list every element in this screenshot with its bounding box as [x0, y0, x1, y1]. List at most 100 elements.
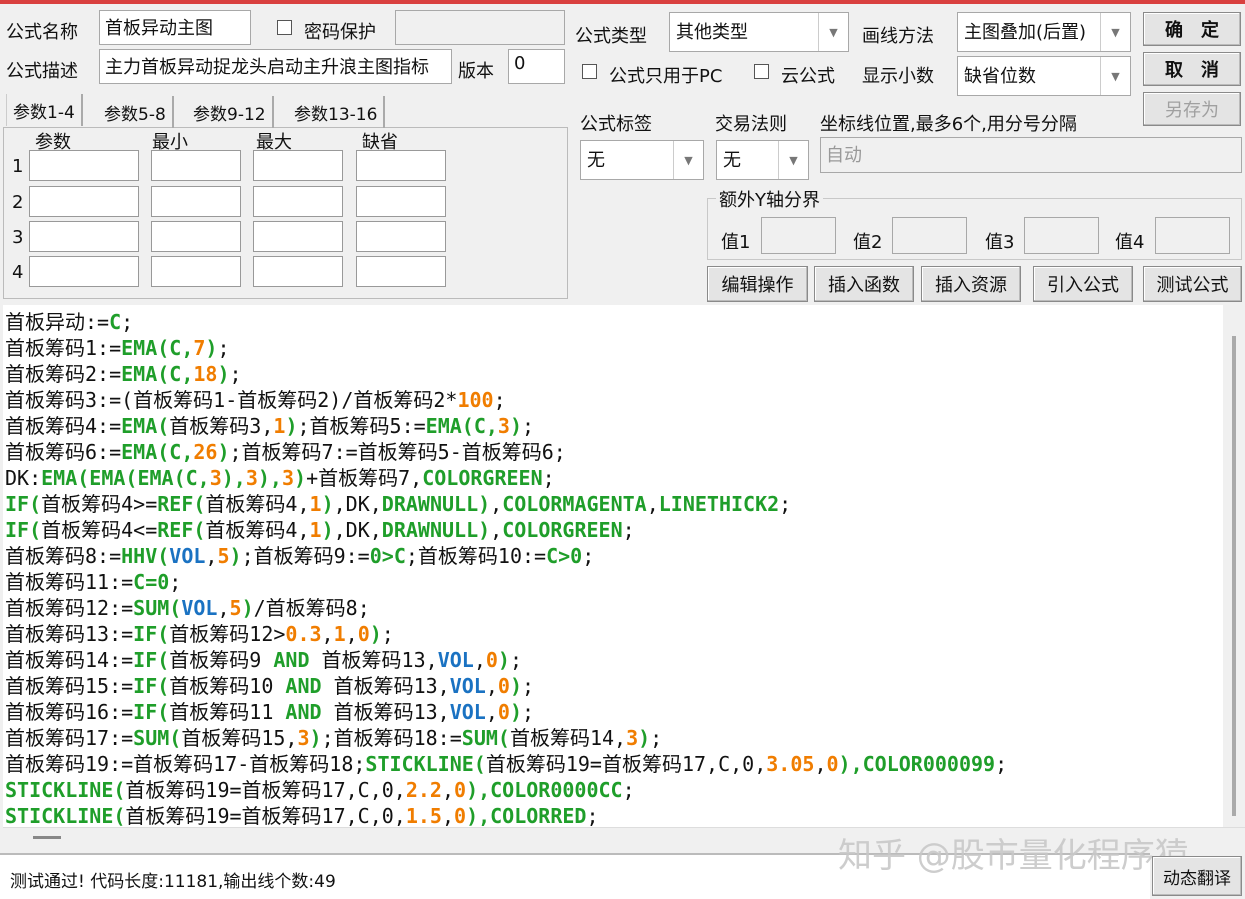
code-token: 0 [826, 752, 839, 776]
code-token: C=0 [133, 570, 170, 594]
code-line: 首板筹码15:=IF(首板筹码10 AND 首板筹码13,VOL,0); [5, 673, 1221, 699]
formula-type-select[interactable]: 其他类型 ▼ [669, 12, 849, 52]
param-default-input[interactable] [356, 256, 446, 287]
pc-only-label: 公式只用于PC [609, 66, 723, 87]
password-checkbox[interactable] [277, 20, 292, 35]
code-token: 首板筹码19:=首板筹码17-首板筹码18; [5, 752, 366, 776]
code-token: ) [229, 544, 242, 568]
y-value-4-input[interactable] [1155, 217, 1230, 254]
password-input[interactable] [395, 10, 565, 45]
draw-method-select[interactable]: 主图叠加(后置) ▼ [957, 12, 1131, 52]
param-min-input[interactable] [151, 150, 241, 181]
code-line: 首板筹码12:=SUM(VOL,5)/首板筹码8; [5, 595, 1221, 621]
y-value-4-label: 值4 [1115, 232, 1145, 253]
code-token: ) [294, 466, 307, 490]
code-token: ;首板筹码5:= [297, 414, 426, 438]
param-name-input[interactable] [29, 221, 139, 252]
code-token: EMA(C, [121, 362, 194, 386]
code-token: DK: [5, 466, 42, 490]
code-token: /首板筹码8; [253, 596, 370, 620]
code-token: ;首板筹码18:= [321, 726, 462, 750]
code-token: , [345, 622, 358, 646]
code-token: 首板筹码17:= [5, 726, 134, 750]
code-token: 首板筹码4:= [5, 414, 122, 438]
code-token: SUM( [461, 726, 510, 750]
param-min-input[interactable] [151, 256, 241, 287]
y-value-2-input[interactable] [892, 217, 967, 254]
code-token: 5 [217, 544, 230, 568]
code-token: , [321, 622, 334, 646]
y-value-1-input[interactable] [761, 217, 836, 254]
insert-function-button[interactable]: 插入函数 [814, 266, 914, 302]
code-token: 1 [309, 518, 322, 542]
param-max-input[interactable] [253, 221, 343, 252]
ok-button[interactable]: 确 定 [1143, 12, 1241, 46]
code-token: ;首板筹码7:=首板筹码5-首板筹码6; [229, 440, 566, 464]
code-token: ; [650, 726, 663, 750]
edit-operations-button[interactable]: 编辑操作 [707, 266, 808, 302]
code-token: , [485, 700, 498, 724]
param-max-input[interactable] [253, 186, 343, 217]
code-token: 3.05 [766, 752, 815, 776]
insert-resource-button[interactable]: 插入资源 [921, 266, 1021, 302]
code-token: 1 [333, 622, 346, 646]
code-token: , [473, 648, 486, 672]
formula-name-input[interactable]: 首板异动主图 [99, 10, 251, 45]
y-value-3-input[interactable] [1024, 217, 1099, 254]
code-token: AND [285, 674, 322, 698]
horizontal-scrollbar-thumb[interactable] [33, 836, 61, 839]
code-token: 首板筹码15:= [5, 674, 134, 698]
test-formula-button[interactable]: 测试公式 [1143, 266, 1242, 302]
code-line: 首板筹码19:=首板筹码17-首板筹码18;STICKLINE(首板筹码19=首… [5, 751, 1221, 777]
cancel-button[interactable]: 取 消 [1143, 52, 1241, 86]
tab-params-5-8[interactable]: 参数5-8 [98, 96, 174, 128]
param-default-input[interactable] [356, 186, 446, 217]
pc-only-checkbox[interactable] [582, 64, 597, 79]
code-editor[interactable]: 首板异动:=C; 首板筹码1:=EMA(C,7); 首板筹码2:=EMA(C,18)… [3, 305, 1223, 827]
version-input[interactable]: 0 [508, 49, 565, 84]
code-token: IF( [5, 518, 42, 542]
param-default-input[interactable] [356, 221, 446, 252]
code-line: 首板筹码13:=IF(首板筹码12>0.3,1,0); [5, 621, 1221, 647]
y-value-1-label: 值1 [721, 232, 751, 253]
tab-params-9-12[interactable]: 参数9-12 [187, 96, 274, 128]
code-token: ; [521, 674, 535, 698]
decimals-value: 缺省位数 [964, 66, 1036, 87]
tab-params-1-4[interactable]: 参数1-4 [6, 94, 83, 126]
draw-method-label: 画线方法 [862, 26, 934, 47]
trade-rule-select[interactable]: 无 ▼ [716, 140, 809, 180]
code-line: 首板筹码3:=(首板筹码1-首板筹码2)/首板筹码2*100; [5, 387, 1221, 413]
param-min-input[interactable] [151, 221, 241, 252]
code-token: ,DK, [333, 492, 382, 516]
axis-lines-input[interactable]: 自动 [820, 137, 1242, 173]
formula-desc-label: 公式描述 [6, 61, 78, 82]
param-default-input[interactable] [356, 150, 446, 181]
save-as-button[interactable]: 另存为 [1143, 92, 1241, 126]
code-token: EMA( [121, 414, 170, 438]
code-token: ; [622, 778, 635, 802]
code-token: ),COLOR000099 [838, 752, 996, 776]
formula-desc-input[interactable]: 主力首板异动捉龙头启动主升浪主图指标 [99, 49, 452, 84]
code-token: 首板筹码2:= [5, 362, 122, 386]
vertical-scrollbar-thumb[interactable] [1232, 336, 1236, 816]
tab-params-13-16[interactable]: 参数13-16 [288, 96, 386, 128]
dynamic-translate-button[interactable]: 动态翻译 [1152, 856, 1242, 896]
param-min-input[interactable] [151, 186, 241, 217]
code-token: ;首板筹码10:= [405, 544, 547, 568]
formula-tag-select[interactable]: 无 ▼ [580, 140, 704, 180]
code-token: IF( [133, 648, 170, 672]
code-token: DRAWNULL) [381, 518, 491, 542]
param-name-input[interactable] [29, 150, 139, 181]
code-token: ; [522, 414, 535, 438]
decimals-select[interactable]: 缺省位数 ▼ [957, 56, 1131, 96]
code-token: ; [779, 492, 792, 516]
import-formula-button[interactable]: 引入公式 [1033, 266, 1133, 302]
code-token: IF( [133, 622, 170, 646]
cloud-formula-checkbox[interactable] [754, 64, 769, 79]
param-max-input[interactable] [253, 256, 343, 287]
param-max-input[interactable] [253, 150, 343, 181]
code-token: COLORMAGENTA [502, 492, 647, 516]
code-token: 首板筹码12:= [5, 596, 134, 620]
param-name-input[interactable] [29, 186, 139, 217]
param-name-input[interactable] [29, 256, 139, 287]
